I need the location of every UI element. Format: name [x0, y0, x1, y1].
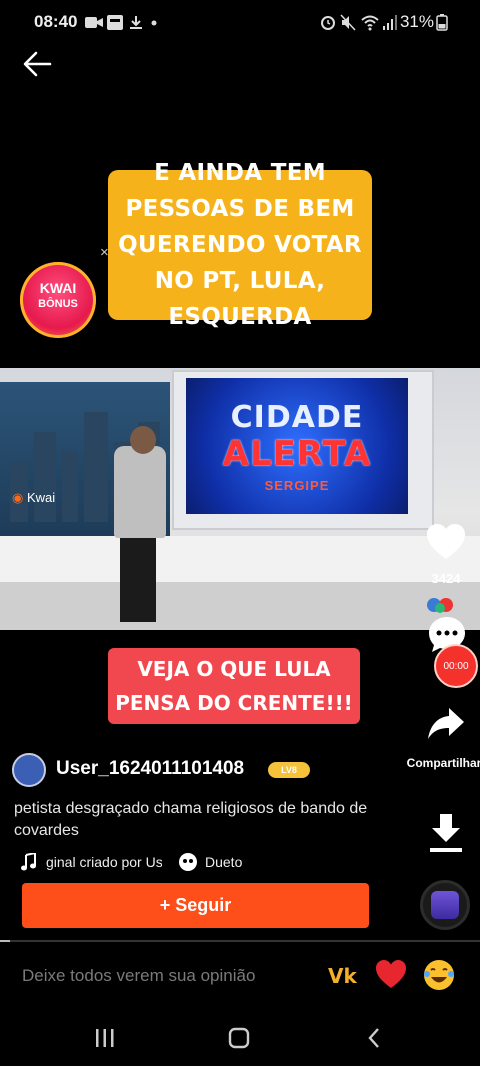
- alarm-icon: [321, 16, 335, 30]
- kwai-watermark: ◉ Kwai: [12, 490, 56, 505]
- studio-screen: CIDADE ALERTA SERGIPE: [186, 378, 408, 514]
- bonus-title: KWAI: [39, 280, 77, 296]
- video-player[interactable]: CIDADE ALERTA SERGIPE ◉ Kwai: [0, 368, 480, 630]
- download-icon[interactable]: [428, 812, 464, 854]
- kwai-bonus-badge[interactable]: KWAI BÔNUS: [20, 262, 96, 338]
- music-name[interactable]: ginal criado por Us: [46, 854, 162, 870]
- wifi-icon: [361, 15, 379, 31]
- music-disc[interactable]: [420, 880, 470, 930]
- status-time: 08:40: [34, 12, 78, 31]
- system-nav-bar: [0, 1010, 480, 1066]
- back-arrow-icon[interactable]: [18, 44, 58, 84]
- comment-input[interactable]: Deixe todos verem sua opinião: [22, 966, 255, 986]
- music-note-icon: [21, 853, 36, 871]
- duet-icon: [179, 853, 197, 871]
- battery-icon: [436, 14, 448, 31]
- back-nav-icon[interactable]: [366, 1027, 382, 1049]
- close-bonus-icon[interactable]: ×: [100, 244, 109, 261]
- home-icon[interactable]: [228, 1027, 250, 1049]
- follow-button[interactable]: + Seguir: [22, 883, 369, 928]
- bonus-subtitle: BÔNUS: [38, 298, 78, 310]
- video-progress-bar[interactable]: [0, 940, 480, 942]
- progress-fill: [0, 940, 10, 942]
- download-status-icon: [130, 16, 142, 29]
- signal-icon: [383, 15, 397, 30]
- studio-floor: [0, 582, 480, 630]
- presenter-head: [130, 426, 156, 454]
- app-notification-icon: [107, 15, 123, 30]
- presenter-legs: [120, 536, 156, 622]
- laughing-emoji-icon[interactable]: [422, 958, 456, 992]
- video-caption-top: E AINDA TEM PESSOAS DE BEM QUERENDO VOTA…: [108, 160, 372, 330]
- svg-text:Vk: Vk: [328, 964, 357, 988]
- timer-button[interactable]: 00:00: [434, 644, 478, 688]
- video-caption-bottom: VEJA O QUE LULA PENSA DO CRENTE!!!: [108, 648, 360, 724]
- mute-icon: [340, 14, 356, 31]
- username[interactable]: User_1624011101408: [56, 758, 244, 780]
- vk-sticker-icon[interactable]: Vk: [326, 958, 360, 992]
- video-description: petista desgraçado chama religiosos de b…: [14, 800, 368, 839]
- heart-icon[interactable]: [424, 520, 468, 564]
- screen-title-2: ALERTA: [222, 434, 372, 474]
- presenter-body: [114, 446, 166, 538]
- screen-title-3: SERGIPE: [264, 478, 330, 493]
- red-heart-icon[interactable]: [374, 958, 408, 992]
- battery-percentage: 31%: [399, 12, 434, 31]
- duet-button[interactable]: Dueto: [205, 854, 242, 870]
- recent-apps-icon[interactable]: [94, 1028, 116, 1048]
- like-count: 3424: [431, 571, 461, 586]
- video-call-icon: [85, 17, 103, 28]
- more-dot-icon: [151, 20, 157, 26]
- level-badge: LV8: [268, 762, 310, 778]
- share-icon[interactable]: [426, 704, 466, 742]
- share-label[interactable]: Compartilhar: [404, 755, 480, 771]
- screen-title-1: CIDADE: [230, 400, 364, 435]
- avatar[interactable]: [12, 753, 46, 787]
- status-bar: 08:40 31%: [0, 0, 480, 48]
- studio-desk: [0, 536, 480, 582]
